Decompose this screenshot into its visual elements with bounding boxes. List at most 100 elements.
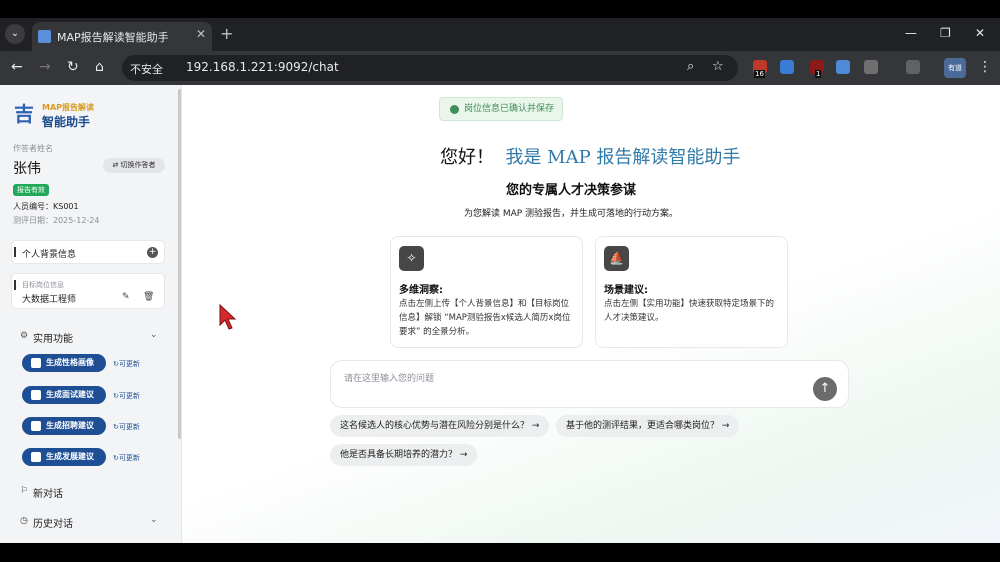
new-tab-icon[interactable]: +: [220, 24, 233, 43]
updatable-label: 可更新: [118, 454, 140, 462]
generate-recruit-button[interactable]: 生成招聘建议: [22, 417, 106, 435]
feature-description: 点击左侧【实用功能】快速获取特定场景下的人才决策建议。: [604, 299, 775, 323]
profile-avatar[interactable]: 有道: [944, 58, 966, 78]
input-placeholder: 请在这里输入您的问题: [344, 374, 435, 384]
check-icon: [450, 105, 459, 114]
menu-icon[interactable]: ⋮: [978, 59, 992, 75]
chat-icon: ⚐: [20, 486, 29, 496]
generate-interview-button[interactable]: 生成面试建议: [22, 386, 106, 404]
switch-respondent-button[interactable]: ⇄ 切换作答者: [103, 158, 165, 173]
insecure-label[interactable]: 不安全: [130, 61, 163, 77]
generate-profile-button[interactable]: 生成性格画像: [22, 354, 106, 372]
card-accent: [14, 247, 16, 257]
switch-respondent-label: 切换作答者: [120, 161, 156, 169]
target-position-label: 目标岗位信息: [22, 281, 64, 289]
chevron-down-icon[interactable]: ⌄: [150, 515, 158, 525]
updatable-tag: ↻可更新: [113, 423, 140, 431]
logo-icon: 吉: [14, 102, 34, 126]
back-icon[interactable]: ←: [11, 59, 23, 75]
portrait-icon: [31, 358, 41, 368]
welcome-heading: 您好！ 我是 MAP 报告解读智能助手: [440, 143, 740, 169]
suggestion-text: 基于他的测评结果，更适合哪类岗位？: [566, 421, 720, 431]
feature-description: 点击左侧上传【个人背景信息】和【目标岗位信息】解锁 “MAP测验报告x候选人简历…: [399, 299, 571, 337]
chevron-down-icon[interactable]: ⌄: [150, 330, 158, 340]
minimize-icon[interactable]: —: [905, 26, 917, 40]
feature-title: 多维洞察:: [399, 285, 443, 296]
browser-toolbar: ← → ↻ ⌂ 不安全 192.168.1.221:9092/chat ⌕ ☆ …: [0, 51, 1000, 85]
feature-card-insight: ✧ 多维洞察: 点击左侧上传【个人背景信息】和【目标岗位信息】解锁 “MAP测验…: [390, 236, 583, 348]
new-chat-link[interactable]: 新对话: [33, 485, 63, 500]
suggestion-chip[interactable]: 他是否具备长期培养的潜力？ →: [330, 444, 478, 466]
edit-icon[interactable]: ✎: [122, 292, 130, 302]
suggestion-text: 这名候选人的核心优势与潜在风险分别是什么？: [340, 421, 530, 431]
person-id: 人员编号：KS001: [13, 202, 79, 211]
reload-icon[interactable]: ↻: [67, 59, 79, 75]
card-accent: [14, 280, 16, 290]
app-viewport: 吉 MAP报告解读 智能助手 作答者姓名 张伟 ⇄ 切换作答者 报告有效 人员编…: [0, 85, 1000, 543]
recruit-icon: [31, 421, 41, 431]
background-info-card[interactable]: 个人背景信息 +: [11, 240, 165, 264]
logo-subtitle: MAP报告解读: [42, 103, 95, 112]
respondent-label: 作答者姓名: [13, 144, 53, 153]
extension-badge: 1: [815, 70, 822, 78]
status-badge: 报告有效: [13, 184, 49, 196]
chart-icon: [31, 452, 41, 462]
updatable-label: 可更新: [118, 360, 140, 368]
target-position-card: 目标岗位信息 大数据工程师 ✎ 🗑: [11, 273, 165, 309]
translate-extension-icon[interactable]: [836, 60, 850, 74]
download-extension-icon[interactable]: [780, 60, 794, 74]
sidebar: 吉 MAP报告解读 智能助手 作答者姓名 张伟 ⇄ 切换作答者 报告有效 人员编…: [0, 85, 182, 543]
functions-icon: ⚙: [20, 331, 29, 341]
forward-icon[interactable]: →: [39, 59, 51, 75]
button-label: 生成面试建议: [46, 390, 94, 399]
test-date: 测评日期：2025-12-24: [13, 216, 100, 225]
respondent-name: 张伟: [13, 161, 41, 177]
greeting-assistant-name: 我是 MAP 报告解读智能助手: [505, 147, 741, 168]
updatable-tag: ↻可更新: [113, 454, 140, 462]
scenario-icon: ⛵: [604, 246, 629, 271]
button-label: 生成性格画像: [46, 358, 94, 367]
updatable-label: 可更新: [118, 392, 140, 400]
question-input[interactable]: 请在这里输入您的问题 ↑: [330, 360, 849, 408]
background-info-label: 个人背景信息: [22, 250, 77, 260]
screen: ⌄ MAP报告解读智能助手 ✕ + — ❐ ✕ ← → ↻ ⌂ 不安全 192.…: [0, 0, 1000, 562]
main-content: 岗位信息已确认并保存 您好！ 我是 MAP 报告解读智能助手 您的专属人才决策参…: [182, 85, 1000, 543]
translate-icon[interactable]: [906, 60, 920, 74]
mouse-cursor-icon: [219, 304, 237, 330]
button-label: 生成发展建议: [46, 452, 94, 461]
feature-title: 场景建议:: [604, 285, 648, 296]
favicon-icon: [38, 30, 51, 43]
target-position-value: 大数据工程师: [22, 295, 77, 305]
home-icon[interactable]: ⌂: [95, 59, 104, 75]
sidebar-scrollbar[interactable]: [178, 89, 181, 439]
interview-icon: [31, 390, 41, 400]
updatable-label: 可更新: [118, 423, 140, 431]
browser-tab[interactable]: MAP报告解读智能助手 ✕: [32, 22, 212, 51]
add-icon[interactable]: +: [147, 247, 158, 258]
suggestion-text: 他是否具备长期培养的潜力？: [340, 450, 458, 460]
url-text[interactable]: 192.168.1.221:9092/chat: [186, 60, 339, 74]
insight-icon: ✧: [399, 246, 424, 271]
delete-icon[interactable]: 🗑: [143, 292, 154, 302]
suggestion-chip[interactable]: 基于他的测评结果，更适合哪类岗位？ →: [556, 415, 740, 437]
tab-search-icon[interactable]: ⌄: [5, 24, 25, 44]
logo-title: 智能助手: [42, 115, 91, 129]
puzzle-icon[interactable]: [864, 60, 878, 74]
window-close-icon[interactable]: ✕: [975, 26, 985, 40]
zoom-icon[interactable]: ⌕: [687, 59, 694, 74]
functions-heading[interactable]: 实用功能: [33, 330, 73, 345]
restore-icon[interactable]: ❐: [940, 26, 951, 40]
bookmark-star-icon[interactable]: ☆: [712, 59, 724, 74]
feature-card-scenario: ⛵ 场景建议: 点击左侧【实用功能】快速获取特定场景下的人才决策建议。: [595, 236, 788, 348]
saved-toast: 岗位信息已确认并保存: [439, 97, 563, 121]
send-button[interactable]: ↑: [813, 377, 837, 401]
history-heading[interactable]: 历史对话: [33, 515, 73, 530]
address-bar[interactable]: 不安全 192.168.1.221:9092/chat ⌕ ☆: [122, 55, 738, 81]
button-label: 生成招聘建议: [46, 421, 94, 430]
generate-development-button[interactable]: 生成发展建议: [22, 448, 106, 466]
extension-badge: 16: [754, 70, 765, 78]
suggestion-chip[interactable]: 这名候选人的核心优势与潜在风险分别是什么？ →: [330, 415, 550, 437]
updatable-tag: ↻可更新: [113, 360, 140, 368]
toast-text: 岗位信息已确认并保存: [464, 104, 555, 114]
close-icon[interactable]: ✕: [196, 27, 206, 41]
